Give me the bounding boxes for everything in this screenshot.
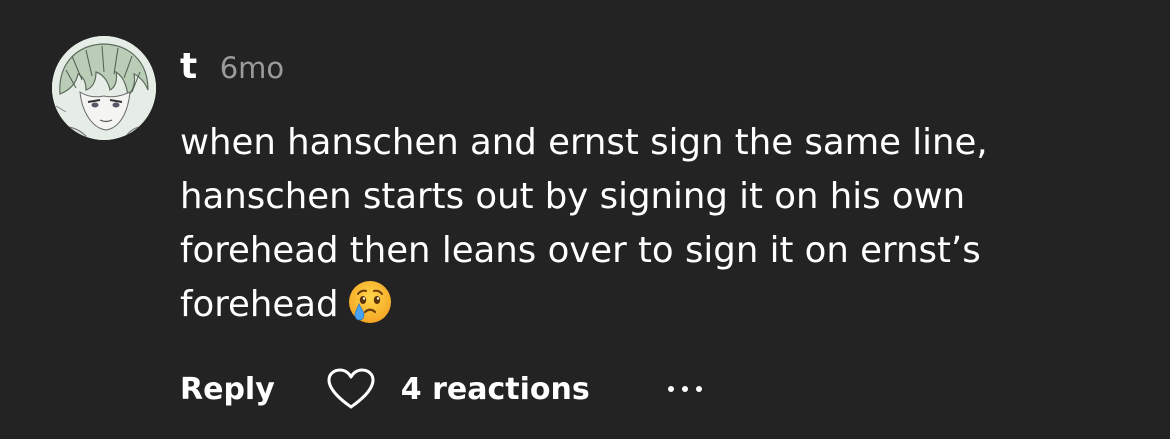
avatar[interactable]	[52, 36, 156, 140]
reply-button[interactable]: Reply	[180, 372, 275, 407]
face-holding-back-tears-icon	[347, 279, 393, 341]
ellipsis-dot	[695, 386, 702, 392]
reactions-button[interactable]: 4 reactions	[325, 367, 590, 411]
reactions-count[interactable]: 4 reactions	[401, 372, 590, 407]
comment-text: when hanschen and ernst sign the same li…	[180, 122, 988, 325]
anime-character-avatar-image	[52, 36, 156, 140]
more-options-button[interactable]	[667, 374, 702, 404]
timestamp: 6mo	[219, 51, 285, 85]
comment-actions: Reply 4 reactions	[180, 364, 702, 414]
comment-body: when hanschen and ernst sign the same li…	[180, 116, 1080, 341]
ellipsis-icon	[667, 386, 674, 392]
comment: t 6mo when hanschen and ernst sign the s…	[0, 0, 1170, 439]
comment-header: t 6mo	[180, 46, 284, 94]
ellipsis-dot	[681, 386, 688, 392]
username[interactable]: t	[180, 46, 198, 87]
heart-outline-icon[interactable]	[325, 367, 377, 411]
